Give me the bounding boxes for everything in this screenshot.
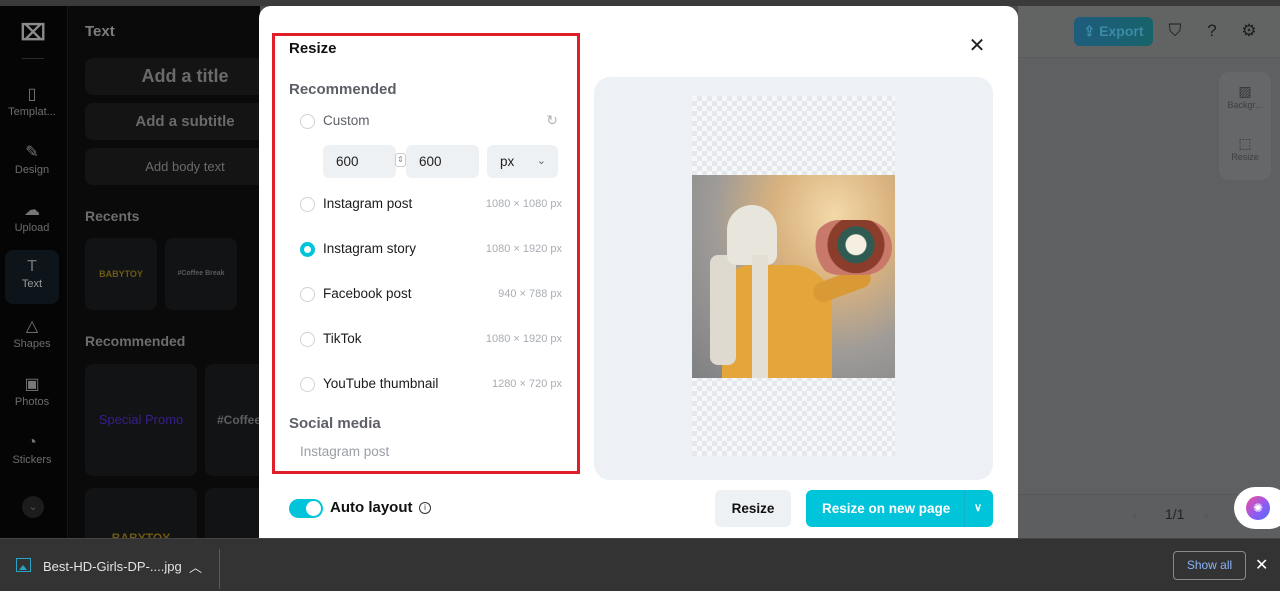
image-scarf-tail: [752, 255, 768, 378]
download-divider: [219, 549, 220, 589]
button-divider: [964, 490, 965, 527]
image-figure-body: [722, 265, 832, 378]
aspect-lock-icon[interactable]: ⇕: [395, 153, 406, 167]
option-facebook-post[interactable]: Facebook post 940 × 788 px: [300, 282, 562, 306]
image-file-icon: [16, 558, 31, 572]
preview-image: [692, 175, 895, 378]
social-item-instagram-post[interactable]: Instagram post: [300, 444, 389, 459]
option-instagram-story[interactable]: Instagram story 1080 × 1920 px: [300, 237, 562, 261]
auto-layout-label: Auto layout: [330, 499, 413, 516]
auto-layout-toggle[interactable]: [289, 499, 323, 518]
radio-tiktok[interactable]: [300, 332, 315, 347]
radio-instagram-story[interactable]: [300, 242, 315, 257]
info-icon[interactable]: i: [419, 502, 431, 514]
radio-custom[interactable]: [300, 114, 315, 129]
show-all-button[interactable]: Show all: [1173, 551, 1246, 580]
chevron-down-icon[interactable]: ∨: [974, 490, 982, 527]
download-file-name[interactable]: Best-HD-Girls-DP-....jpg: [43, 559, 182, 574]
radio-instagram-post[interactable]: [300, 197, 315, 212]
download-bar: Best-HD-Girls-DP-....jpg ︿ Show all ✕: [0, 538, 1280, 591]
radio-youtube-thumbnail[interactable]: [300, 377, 315, 392]
radio-facebook-post[interactable]: [300, 287, 315, 302]
recommended-section-label: Recommended: [289, 81, 397, 98]
image-scarf: [710, 255, 736, 365]
close-icon[interactable]: ✕: [966, 35, 988, 57]
reset-icon[interactable]: ↻: [546, 112, 558, 129]
image-bouquet: [812, 220, 892, 275]
modal-title: Resize: [289, 40, 337, 57]
resize-on-new-page-button[interactable]: Resize on new page ∨: [806, 490, 993, 527]
option-tiktok[interactable]: TikTok 1080 × 1920 px: [300, 327, 562, 351]
width-input[interactable]: 600: [323, 145, 396, 178]
height-input[interactable]: 600: [406, 145, 479, 178]
option-youtube-thumbnail[interactable]: YouTube thumbnail 1280 × 720 px: [300, 372, 562, 396]
chevron-down-icon: ⌄: [536, 155, 546, 167]
option-instagram-post[interactable]: Instagram post 1080 × 1080 px: [300, 192, 562, 216]
social-media-section-label: Social media: [289, 415, 381, 432]
option-custom[interactable]: Custom ↻: [300, 109, 562, 133]
close-icon[interactable]: ✕: [1255, 555, 1268, 575]
toggle-knob: [306, 501, 321, 516]
chevron-up-icon[interactable]: ︿: [189, 557, 202, 576]
unit-select[interactable]: px ⌄: [487, 145, 558, 178]
resize-button[interactable]: Resize: [715, 490, 791, 527]
resize-modal-content: Resize Recommended Custom ↻ 600 ⇕ 600 px…: [0, 6, 1280, 538]
